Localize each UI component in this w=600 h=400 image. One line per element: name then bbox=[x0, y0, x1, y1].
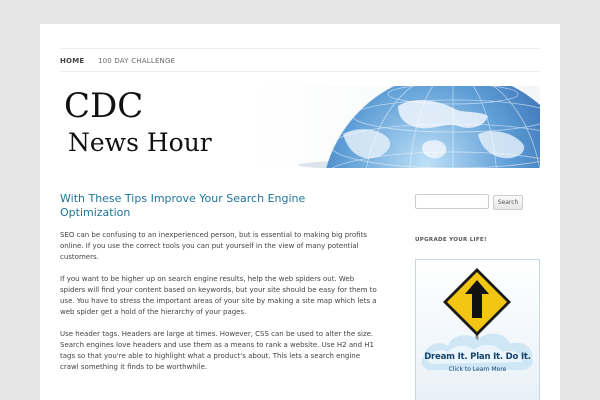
globe-icon bbox=[248, 86, 540, 168]
post-content: SEO can be confusing to an inexperienced… bbox=[60, 230, 378, 384]
site-title-line2: News Hour bbox=[68, 128, 212, 157]
nav-item-home[interactable]: HOME bbox=[60, 56, 84, 66]
arrow-up-sign-icon bbox=[416, 260, 539, 400]
search-button[interactable]: Search bbox=[493, 195, 523, 210]
nav-item-100-day-challenge[interactable]: 100 DAY CHALLENGE bbox=[98, 56, 175, 66]
site-title-line1: CDC bbox=[64, 86, 144, 126]
post-title[interactable]: With These Tips Improve Your Search Engi… bbox=[60, 192, 360, 220]
header-banner[interactable]: CDC News Hour bbox=[60, 86, 540, 168]
ad-link[interactable]: Click to Learn More bbox=[416, 366, 539, 373]
main-navigation: HOME 100 DAY CHALLENGE bbox=[60, 48, 540, 72]
page: HOME 100 DAY CHALLENGE CDC News Hour Wit… bbox=[40, 24, 560, 400]
widget-title: UPGRADE YOUR LIFE! bbox=[415, 237, 487, 243]
upgrade-ad-banner[interactable]: Dream It. Plan It. Do It. Click to Learn… bbox=[415, 259, 540, 400]
post-paragraph: SEO can be confusing to an inexperienced… bbox=[60, 231, 367, 261]
post-paragraph: Use header tags. Headers are large at ti… bbox=[60, 330, 374, 371]
search-input[interactable] bbox=[415, 194, 489, 209]
ad-headline: Dream It. Plan It. Do It. bbox=[424, 352, 531, 362]
post-paragraph: If you want to be higher up on search en… bbox=[60, 275, 377, 316]
